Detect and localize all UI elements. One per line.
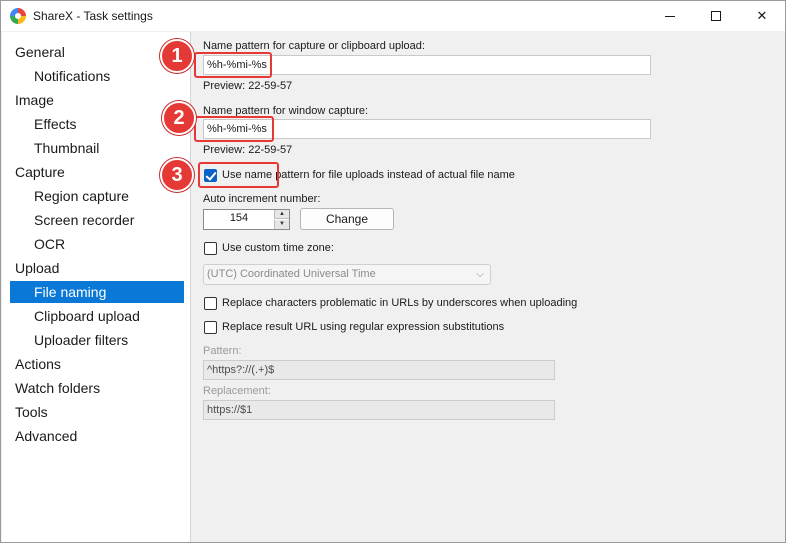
tree-item-clipboard-upload[interactable]: Clipboard upload <box>34 305 140 327</box>
sharex-logo-icon <box>10 8 26 24</box>
custom-time-zone-label[interactable]: Use custom time zone: <box>222 242 334 254</box>
tree-item-general[interactable]: General <box>15 41 65 63</box>
tree-item-advanced[interactable]: Advanced <box>15 425 77 447</box>
minimize-button[interactable] <box>647 1 693 31</box>
chevron-down-icon: ⌵ <box>476 269 484 280</box>
capture-pattern-preview: Preview: 22-59-57 <box>203 80 293 92</box>
custom-time-zone-checkbox[interactable] <box>204 242 217 255</box>
replacement-input: https://$1 <box>203 400 555 420</box>
file-naming-panel: Name pattern for capture or clipboard up… <box>192 32 785 542</box>
highlight-capture-pattern <box>194 52 272 78</box>
tree-item-screen-recorder[interactable]: Screen recorder <box>34 209 134 231</box>
annotation-badge-3: 3 <box>160 158 194 192</box>
close-button[interactable]: ✕ <box>739 1 785 31</box>
highlight-window-pattern <box>194 116 274 142</box>
replacement-label: Replacement: <box>203 385 271 397</box>
tree-item-effects[interactable]: Effects <box>34 113 77 135</box>
task-settings-window: ShareX - Task settings ✕ General Notific… <box>0 0 786 543</box>
tree-item-file-naming[interactable]: File naming <box>10 281 184 303</box>
title-bar: ShareX - Task settings ✕ <box>1 1 785 31</box>
annotation-badge-1: 1 <box>160 39 194 73</box>
tree-item-notifications[interactable]: Notifications <box>34 65 110 87</box>
annotation-badge-2: 2 <box>162 101 196 135</box>
window-title: ShareX - Task settings <box>33 9 153 23</box>
stepper-down-icon[interactable]: ▼ <box>274 220 289 229</box>
settings-tree: General Notifications Image Effects Thum… <box>2 32 191 542</box>
maximize-button[interactable] <box>693 1 739 31</box>
pattern-input: ^https?://(.+)$ <box>203 360 555 380</box>
window-pattern-preview: Preview: 22-59-57 <box>203 144 293 156</box>
minimize-icon <box>665 15 675 17</box>
tree-item-thumbnail[interactable]: Thumbnail <box>34 137 99 159</box>
pattern-label: Pattern: <box>203 345 242 357</box>
tree-item-image[interactable]: Image <box>15 89 54 111</box>
auto-increment-stepper[interactable]: 154 ▲ ▼ <box>203 209 290 230</box>
replace-chars-checkbox[interactable] <box>204 297 217 310</box>
close-icon: ✕ <box>756 8 768 23</box>
change-button[interactable]: Change <box>300 208 394 230</box>
tree-item-uploader-filters[interactable]: Uploader filters <box>34 329 128 351</box>
auto-increment-value[interactable]: 154 <box>204 212 274 224</box>
maximize-icon <box>711 11 721 21</box>
highlight-use-name-pattern <box>198 162 279 188</box>
replace-regex-checkbox[interactable] <box>204 321 217 334</box>
tree-item-upload[interactable]: Upload <box>15 257 59 279</box>
replace-chars-label[interactable]: Replace characters problematic in URLs b… <box>222 297 577 309</box>
time-zone-value: (UTC) Coordinated Universal Time <box>207 268 376 280</box>
replace-regex-label[interactable]: Replace result URL using regular express… <box>222 321 504 333</box>
tree-item-actions[interactable]: Actions <box>15 353 61 375</box>
tree-item-watch-folders[interactable]: Watch folders <box>15 377 100 399</box>
auto-increment-label: Auto increment number: <box>203 193 321 205</box>
tree-item-region-capture[interactable]: Region capture <box>34 185 129 207</box>
capture-pattern-label: Name pattern for capture or clipboard up… <box>203 40 425 52</box>
tree-item-ocr[interactable]: OCR <box>34 233 65 255</box>
tree-item-tools[interactable]: Tools <box>15 401 48 423</box>
time-zone-select: (UTC) Coordinated Universal Time ⌵ <box>203 264 491 285</box>
tree-item-capture[interactable]: Capture <box>15 161 65 183</box>
stepper-up-icon[interactable]: ▲ <box>274 210 289 219</box>
